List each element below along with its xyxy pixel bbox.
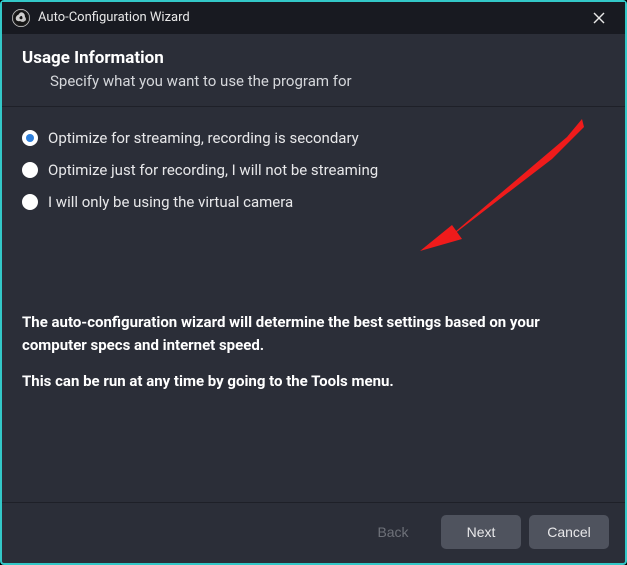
close-icon <box>593 12 605 24</box>
wizard-footer: Back Next Cancel <box>2 502 625 563</box>
radio-icon <box>22 194 38 210</box>
radio-optimize-streaming[interactable]: Optimize for streaming, recording is sec… <box>22 129 605 147</box>
page-subheading: Specify what you want to use the program… <box>22 72 605 90</box>
info-line-1: The auto-configuration wizard will deter… <box>22 311 605 356</box>
radio-label: Optimize for streaming, recording is sec… <box>48 129 359 147</box>
back-button[interactable]: Back <box>353 515 433 549</box>
wizard-body: Optimize for streaming, recording is sec… <box>2 107 625 502</box>
radio-icon <box>22 162 38 178</box>
titlebar: Auto-Configuration Wizard <box>2 2 625 34</box>
info-text: The auto-configuration wizard will deter… <box>22 311 605 393</box>
wizard-header: Usage Information Specify what you want … <box>2 34 625 107</box>
window-title: Auto-Configuration Wizard <box>38 10 579 25</box>
info-line-2: This can be run at any time by going to … <box>22 370 605 393</box>
close-button[interactable] <box>579 4 619 32</box>
radio-label: I will only be using the virtual camera <box>48 193 293 211</box>
page-heading: Usage Information <box>22 48 605 68</box>
obs-icon <box>12 9 30 27</box>
usage-radio-group: Optimize for streaming, recording is sec… <box>22 129 605 211</box>
radio-icon <box>22 130 38 146</box>
radio-optimize-recording[interactable]: Optimize just for recording, I will not … <box>22 161 605 179</box>
radio-virtual-camera[interactable]: I will only be using the virtual camera <box>22 193 605 211</box>
cancel-button[interactable]: Cancel <box>529 515 609 549</box>
wizard-window: Auto-Configuration Wizard Usage Informat… <box>0 0 627 565</box>
next-button[interactable]: Next <box>441 515 521 549</box>
radio-label: Optimize just for recording, I will not … <box>48 161 378 179</box>
